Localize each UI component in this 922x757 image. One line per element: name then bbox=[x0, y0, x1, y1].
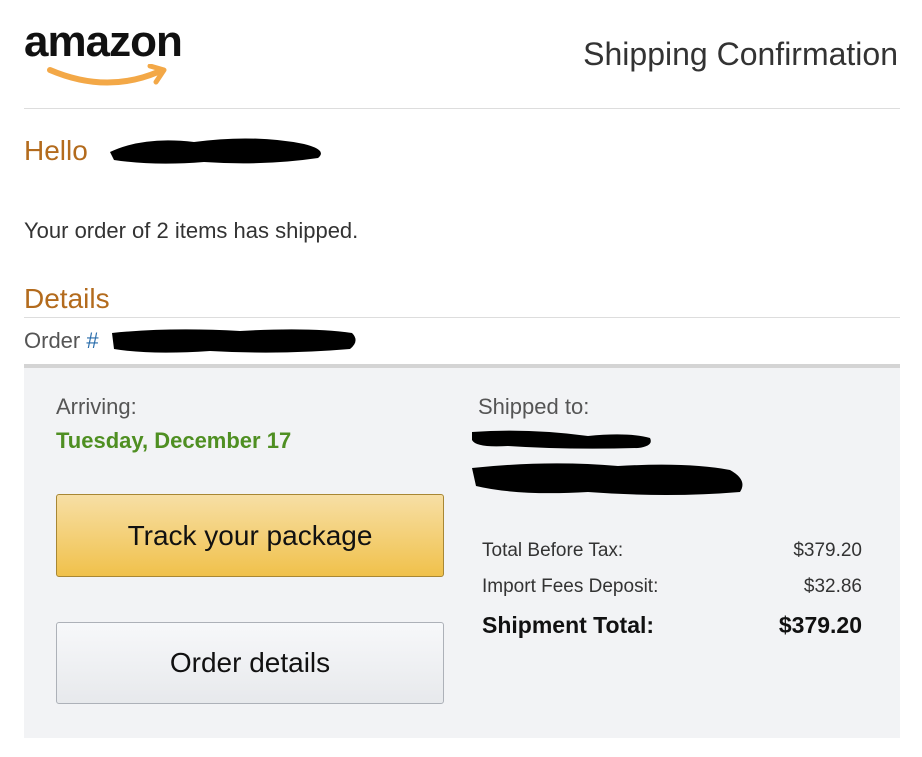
arriving-date: Tuesday, December 17 bbox=[56, 428, 292, 453]
details-heading: Details bbox=[24, 283, 110, 314]
redacted-name bbox=[110, 138, 321, 164]
page-title: Shipping Confirmation bbox=[583, 36, 898, 72]
order-number-link[interactable]: # bbox=[86, 328, 98, 353]
details-divider bbox=[24, 317, 900, 318]
summary-value-import-fees: $32.86 bbox=[803, 576, 862, 597]
summary-value-total-before-tax: $379.20 bbox=[793, 540, 862, 561]
arriving-label: Arriving: bbox=[56, 394, 137, 419]
track-package-button[interactable]: Track your package bbox=[56, 494, 444, 577]
summary-label-import-fees: Import Fees Deposit: bbox=[482, 576, 659, 597]
summary-value-shipment-total: $379.20 bbox=[778, 612, 862, 638]
amazon-logo: amazon bbox=[24, 14, 214, 86]
smile-arrow-icon bbox=[47, 64, 167, 86]
redacted-address bbox=[472, 430, 743, 495]
summary-label-total-before-tax: Total Before Tax: bbox=[482, 540, 624, 561]
order-details-button[interactable]: Order details bbox=[56, 622, 444, 704]
logo-wordmark: amazon bbox=[24, 17, 183, 66]
redacted-order-number bbox=[112, 329, 356, 353]
shipped-message: Your order of 2 items has shipped. bbox=[24, 218, 359, 243]
greeting-hello: Hello bbox=[24, 135, 88, 166]
shipped-to-label: Shipped to: bbox=[478, 394, 590, 419]
order-number-line: Order # bbox=[24, 328, 99, 354]
order-label: Order bbox=[24, 328, 81, 353]
summary-label-shipment-total: Shipment Total: bbox=[482, 612, 655, 638]
header-divider bbox=[24, 108, 900, 109]
